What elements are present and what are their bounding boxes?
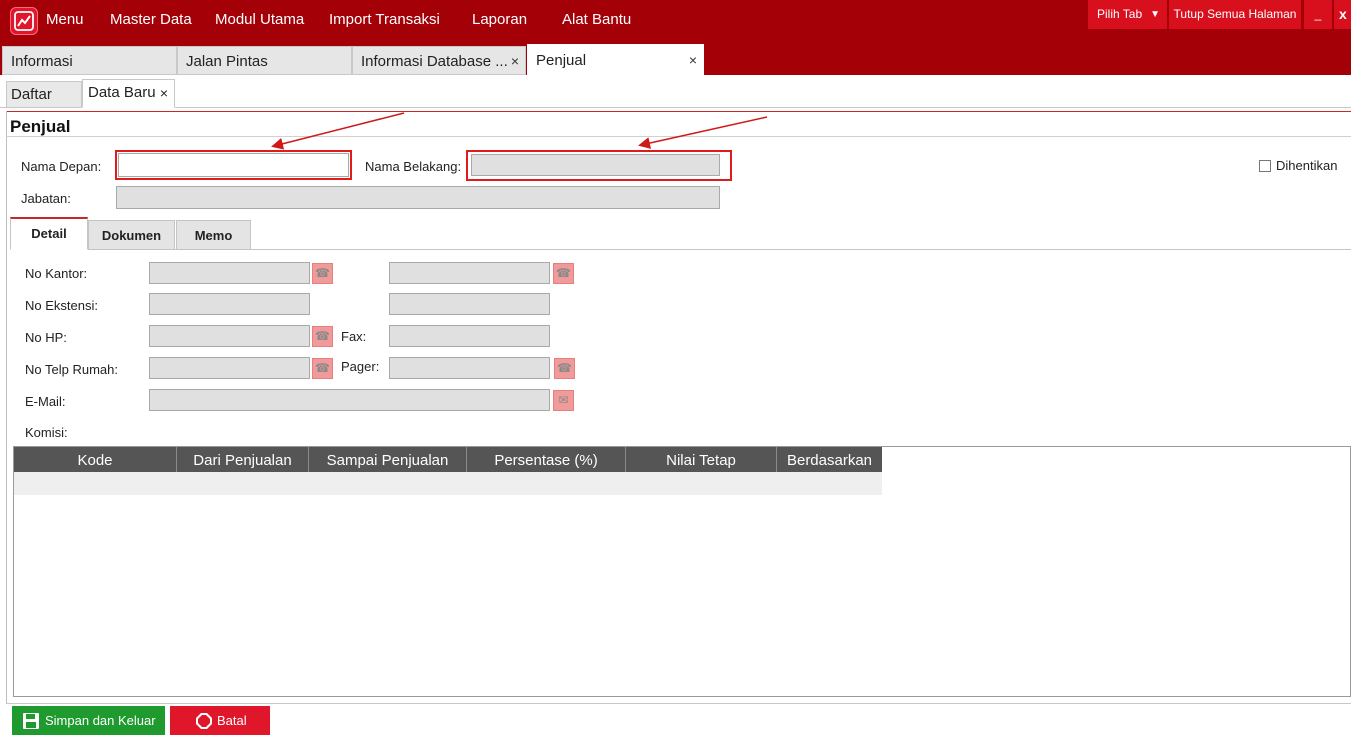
pilih-tab-button[interactable]: Pilih Tab ▼ xyxy=(1088,0,1167,29)
title-divider xyxy=(6,136,1351,137)
subtab-label: Data Baru xyxy=(88,84,156,101)
tab-jalan-pintas[interactable]: Jalan Pintas xyxy=(177,46,352,75)
menu-item-alat-bantu[interactable]: Alat Bantu xyxy=(562,11,631,28)
no-telp-rumah-input[interactable] xyxy=(149,357,310,379)
tab-label: Informasi Database ... xyxy=(361,53,508,70)
close-app-button[interactable]: x xyxy=(1334,0,1351,29)
tutup-semua-halaman-button[interactable]: Tutup Semua Halaman xyxy=(1169,0,1301,29)
tab-memo[interactable]: Memo xyxy=(176,220,251,250)
save-icon xyxy=(22,711,40,729)
table-row[interactable] xyxy=(14,472,882,495)
tab-informasi[interactable]: Informasi xyxy=(2,46,177,75)
subtab-data-baru[interactable]: Data Baru × xyxy=(82,79,175,108)
column-header-kode[interactable]: Kode xyxy=(14,447,177,472)
dihentikan-label: Dihentikan xyxy=(1276,158,1338,173)
fax-label: Fax: xyxy=(341,329,367,344)
dihentikan-checkbox[interactable] xyxy=(1259,160,1271,172)
email-label: E-Mail: xyxy=(25,394,66,409)
stop-hand-icon xyxy=(195,711,213,729)
no-kantor-2-input[interactable] xyxy=(389,262,550,284)
caret-down-icon: ▼ xyxy=(1150,9,1160,20)
jabatan-input[interactable] xyxy=(116,186,720,209)
close-icon[interactable]: × xyxy=(689,45,697,74)
tab-label: Jalan Pintas xyxy=(186,53,268,70)
column-header-sampai-penjualan[interactable]: Sampai Penjualan xyxy=(309,447,467,472)
menu-item-laporan[interactable]: Laporan xyxy=(472,11,527,28)
phone-icon[interactable]: ☎ xyxy=(312,326,333,347)
menu-item-import-transaksi[interactable]: Import Transaksi xyxy=(329,11,440,28)
simpan-dan-keluar-button[interactable]: Simpan dan Keluar xyxy=(12,706,165,735)
menu-item-menu[interactable]: Menu xyxy=(46,11,84,28)
no-hp-input[interactable] xyxy=(149,325,310,347)
no-ekstensi-input[interactable] xyxy=(149,293,310,315)
tab-dokumen[interactable]: Dokumen xyxy=(88,220,175,250)
komisi-label: Komisi: xyxy=(25,425,68,440)
nama-depan-input[interactable] xyxy=(118,153,349,177)
panel-border xyxy=(6,111,1351,112)
bottom-divider xyxy=(6,703,1351,704)
batal-button[interactable]: Batal xyxy=(170,706,270,735)
no-hp-label: No HP: xyxy=(25,330,67,345)
simpan-label: Simpan dan Keluar xyxy=(45,713,156,728)
column-header-berdasarkan[interactable]: Berdasarkan xyxy=(777,447,882,472)
nama-depan-label: Nama Depan: xyxy=(21,159,102,174)
tab-label: Informasi xyxy=(11,53,73,70)
subtab-divider xyxy=(0,107,1351,108)
annotation-arrow-nama-belakang xyxy=(638,116,768,149)
pager-label: Pager: xyxy=(341,359,380,374)
phone-icon[interactable]: ☎ xyxy=(554,358,575,379)
mail-icon[interactable]: ✉ xyxy=(553,390,574,411)
annotation-arrow-nama-depan xyxy=(271,112,405,150)
tab-label: Penjual xyxy=(536,52,587,69)
close-icon[interactable]: × xyxy=(160,80,168,106)
pilih-tab-label: Pilih Tab xyxy=(1097,7,1143,21)
no-telp-rumah-label: No Telp Rumah: xyxy=(25,362,118,377)
tab-informasi-database[interactable]: Informasi Database ... × xyxy=(352,46,526,75)
page-title: Penjual xyxy=(10,117,71,136)
menu-item-modul-utama[interactable]: Modul Utama xyxy=(215,11,304,28)
pager-input[interactable] xyxy=(389,357,550,379)
nama-belakang-input[interactable] xyxy=(471,154,720,176)
subtab-daftar[interactable]: Daftar xyxy=(6,81,82,108)
no-ekstensi-2-input[interactable] xyxy=(389,293,550,315)
close-icon[interactable]: × xyxy=(511,47,519,74)
column-header-persentase[interactable]: Persentase (%) xyxy=(467,447,626,472)
no-kantor-input[interactable] xyxy=(149,262,310,284)
email-input[interactable] xyxy=(149,389,550,411)
subtab-label: Daftar xyxy=(11,86,52,103)
batal-label: Batal xyxy=(217,713,247,728)
phone-icon[interactable]: ☎ xyxy=(312,358,333,379)
jabatan-label: Jabatan: xyxy=(21,191,71,206)
no-kantor-label: No Kantor: xyxy=(25,266,88,281)
phone-icon[interactable]: ☎ xyxy=(553,263,574,284)
minimize-button[interactable]: _ xyxy=(1304,0,1332,29)
tab-detail[interactable]: Detail xyxy=(10,217,88,250)
tab-penjual[interactable]: Penjual × xyxy=(527,44,704,75)
no-ekstensi-label: No Ekstensi: xyxy=(25,298,98,313)
column-header-nilai-tetap[interactable]: Nilai Tetap xyxy=(626,447,777,472)
panel-border-left xyxy=(6,111,7,704)
app-logo-icon[interactable] xyxy=(10,7,38,35)
phone-icon[interactable]: ☎ xyxy=(312,263,333,284)
menu-item-master-data[interactable]: Master Data xyxy=(110,11,192,28)
nama-belakang-label: Nama Belakang: xyxy=(365,159,462,174)
column-header-dari-penjualan[interactable]: Dari Penjualan xyxy=(177,447,309,472)
fax-input[interactable] xyxy=(389,325,550,347)
